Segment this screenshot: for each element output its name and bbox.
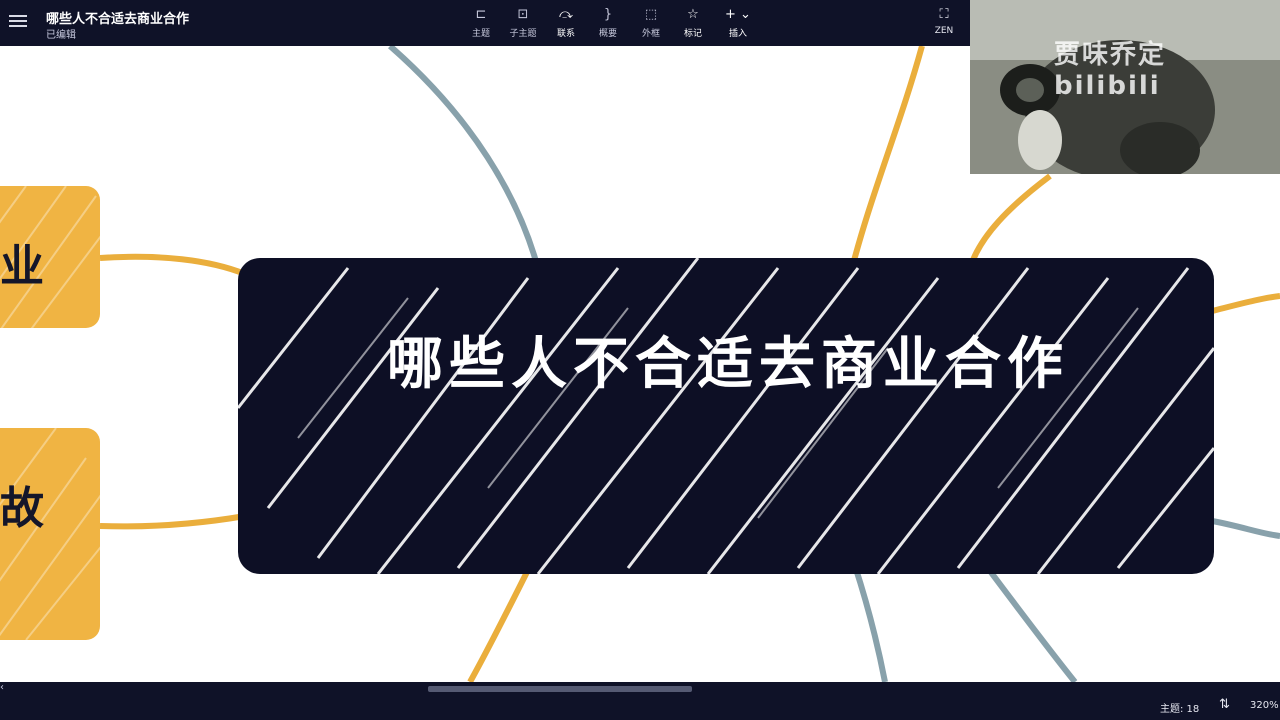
left-topic-label-1: 业 [0,241,44,292]
branch-line-right [1211,293,1280,314]
hatch-pattern [238,258,1214,574]
insert-button[interactable]: + ⌄ 插入 [718,6,758,39]
branch-line-right-lower [1211,518,1280,539]
branch-line-left-bottom [99,513,246,530]
marker-button[interactable]: ☆ 标记 [673,6,713,39]
branch-line-top-gray [388,46,543,277]
summary-button[interactable]: } 概要 [588,6,628,39]
document-status: 已编辑 [46,30,76,41]
central-topic-label: 哪些人不合适去商业合作 [387,332,1069,397]
subtopic-icon: ⊡ [517,7,529,22]
boundary-button[interactable]: ⬚ 外框 [631,6,671,39]
zen-mode-button[interactable]: ⛶ ZEN [926,6,962,36]
summary-icon: } [603,7,613,22]
collapse-icon[interactable]: ‹ [0,682,4,693]
topic-icon: ⊏ [475,7,487,22]
subtopic-button[interactable]: ⊡ 子主题 [503,6,543,39]
outline-view-icon[interactable]: ⇅ [1219,697,1230,712]
video-watermark: 贾味乔定 bilibili [1054,40,1167,101]
topic-count: 主题: 18 [1160,704,1200,715]
document-title[interactable]: 哪些人不合适去商业合作 [46,8,189,27]
fullscreen-icon: ⛶ [939,7,949,22]
branch-line-left-top [99,253,247,277]
horizontal-scrollbar[interactable] [428,686,692,692]
branch-line-bottom-gray [852,565,888,682]
central-topic[interactable]: 哪些人不合适去商业合作 [238,258,1214,574]
star-icon: ☆ [687,7,699,22]
branch-line-top-orange [847,46,925,277]
relationship-icon: ⤼ [559,7,573,22]
branch-line-bottom-orange [467,564,533,682]
bottom-status-bar: ‹ 主题: 18 ⇅ 320% [0,682,1280,720]
branch-line-bottom-right [987,569,1078,682]
topic-button[interactable]: ⊏ 主题 [461,6,501,39]
plus-icon: + ⌄ [725,7,751,22]
boundary-icon: ⬚ [644,7,658,22]
left-topic-node-1[interactable]: 业 [0,186,100,328]
relationship-button[interactable]: ⤼ 联系 [546,6,586,39]
branch-line-right-top [967,173,1052,269]
zoom-level[interactable]: 320% [1250,700,1279,711]
webcam-overlay: 贾味乔定 bilibili [970,0,1280,174]
left-topic-node-2[interactable]: 故 [0,428,100,640]
left-topic-label-2: 故 [0,483,44,534]
menu-icon[interactable] [8,12,28,32]
